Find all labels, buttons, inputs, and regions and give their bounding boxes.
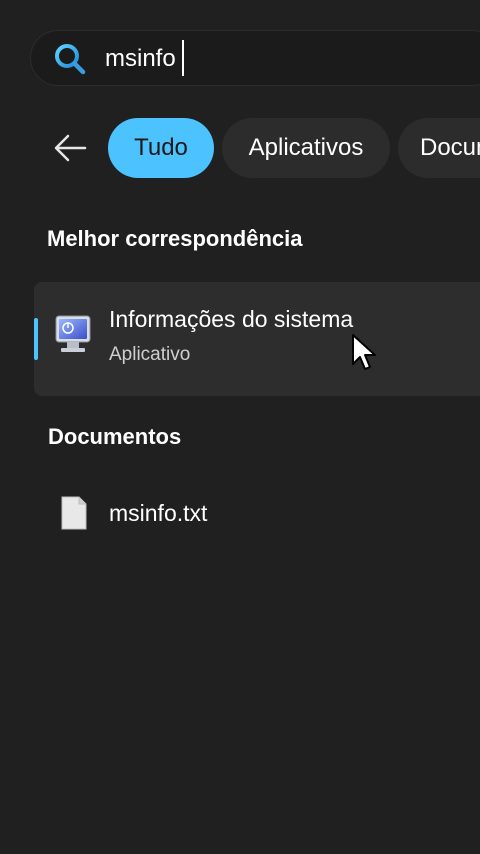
document-label: msinfo.txt	[109, 500, 208, 526]
search-icon	[55, 44, 86, 75]
text-file-icon	[61, 496, 87, 530]
text-caret	[182, 40, 184, 76]
filter-chip-documents[interactable]: Documentos	[398, 118, 480, 178]
best-match-subtitle: Aplicativo	[109, 344, 191, 365]
best-match-title: Informações do sistema	[109, 306, 354, 332]
documents-heading: Documentos	[48, 424, 182, 449]
search-box[interactable]	[30, 30, 480, 87]
search-input[interactable]	[105, 31, 480, 87]
back-button[interactable]	[48, 126, 92, 170]
back-arrow-icon	[54, 134, 87, 162]
filter-chip-all[interactable]: Tudo	[108, 118, 214, 178]
best-match-item[interactable]: Informações do sistema Aplicativo	[34, 282, 480, 396]
best-match-heading: Melhor correspondência	[47, 226, 303, 251]
system-information-icon	[55, 315, 91, 352]
document-item[interactable]: msinfo.txt	[40, 484, 480, 544]
selection-indicator	[34, 318, 38, 360]
search-panel: Tudo Aplicativos Documentos Melhor corre…	[0, 0, 480, 854]
filter-chip-apps[interactable]: Aplicativos	[222, 118, 390, 178]
mouse-pointer-icon	[352, 334, 376, 370]
